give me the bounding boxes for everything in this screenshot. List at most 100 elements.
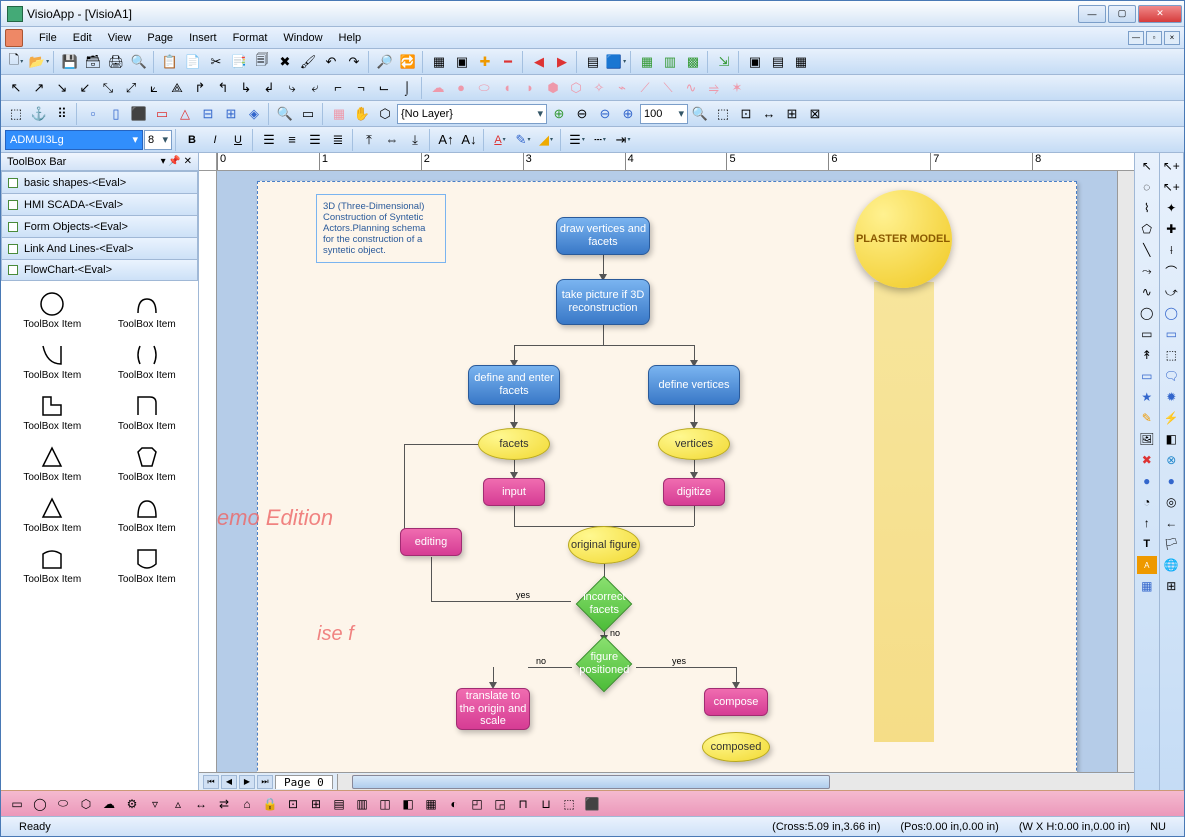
rect-tool[interactable]: ▭: [297, 103, 319, 125]
cross-icon[interactable]: ✖: [1137, 451, 1157, 469]
win1-button[interactable]: ▣: [744, 51, 766, 73]
cat-links[interactable]: Link And Lines-<Eval>: [1, 237, 198, 259]
align-justify[interactable]: ≣: [327, 129, 349, 151]
conn8[interactable]: ⟁: [166, 77, 188, 99]
prev-button[interactable]: ◀: [528, 51, 550, 73]
ellipse-icon[interactable]: ◯: [1137, 304, 1157, 322]
menu-help[interactable]: Help: [331, 30, 370, 46]
node-draw-vertices[interactable]: draw vertices and facets: [556, 217, 650, 255]
mdi-minimize[interactable]: —: [1128, 31, 1144, 45]
node-define-facets[interactable]: define and enter facets: [468, 365, 560, 405]
delete-button[interactable]: ✖: [274, 51, 296, 73]
curve2-icon[interactable]: ∿: [1137, 283, 1157, 301]
rect2-icon[interactable]: ▭: [1161, 325, 1181, 343]
paint-icon[interactable]: ★: [1137, 388, 1157, 406]
b25[interactable]: ⬚: [559, 794, 579, 814]
conn15[interactable]: ⌐: [327, 77, 349, 99]
snap4[interactable]: ▭: [151, 103, 173, 125]
b24[interactable]: ⊔: [536, 794, 556, 814]
v-bot[interactable]: ⤓: [404, 129, 426, 151]
node-composed[interactable]: composed: [702, 732, 770, 762]
node-incorrect-facets[interactable]: incorrect facets: [576, 576, 633, 633]
menu-view[interactable]: View: [100, 30, 140, 46]
node-digitize[interactable]: digitize: [663, 478, 725, 506]
burst-icon[interactable]: ✹: [1161, 388, 1181, 406]
plaster-badge[interactable]: PLASTER MODEL: [854, 190, 952, 288]
zcustom[interactable]: ⊠: [804, 103, 826, 125]
b3[interactable]: ⬭: [53, 794, 73, 814]
flag-icon[interactable]: 🏳: [1161, 535, 1181, 553]
up-icon[interactable]: ↑: [1137, 514, 1157, 532]
align-tool[interactable]: ▦: [328, 103, 350, 125]
cat-form[interactable]: Form Objects-<Eval>: [1, 215, 198, 237]
pin-icon[interactable]: ▾ 📌 ✕: [161, 156, 192, 167]
node-input[interactable]: input: [483, 478, 545, 506]
b20[interactable]: ◐: [444, 794, 464, 814]
measure-icon[interactable]: ⟊: [1161, 241, 1181, 259]
snap1[interactable]: ▫: [82, 103, 104, 125]
snap5[interactable]: △: [174, 103, 196, 125]
node-original-figure[interactable]: original figure: [568, 526, 640, 564]
b13[interactable]: ⊡: [283, 794, 303, 814]
shape-item[interactable]: ToolBox Item: [102, 440, 193, 487]
remove-button[interactable]: ━: [497, 51, 519, 73]
snap3[interactable]: ⬛: [128, 103, 150, 125]
h-scrollbar[interactable]: [337, 774, 1134, 790]
b7[interactable]: ▿: [145, 794, 165, 814]
menu-edit[interactable]: Edit: [65, 30, 100, 46]
pointer2-icon[interactable]: ↖+: [1161, 157, 1181, 175]
misc-tool[interactable]: ⬡: [374, 103, 396, 125]
node-facets[interactable]: facets: [478, 428, 550, 460]
zoomout[interactable]: ⊖: [594, 103, 616, 125]
conn17[interactable]: ⌙: [373, 77, 395, 99]
snap8[interactable]: ◈: [243, 103, 265, 125]
callout-icon[interactable]: ▭: [1137, 367, 1157, 385]
app-menu-icon[interactable]: [5, 29, 23, 47]
b11[interactable]: ⌂: [237, 794, 257, 814]
b23[interactable]: ⊓: [513, 794, 533, 814]
node-translate[interactable]: translate to the origin and scale: [456, 688, 530, 730]
win2-button[interactable]: ▤: [767, 51, 789, 73]
select-all-button[interactable]: ▣: [451, 51, 473, 73]
cloudh[interactable]: ✧: [588, 77, 610, 99]
zoomin[interactable]: ⊕: [617, 103, 639, 125]
conn13[interactable]: ⤷: [281, 77, 303, 99]
shape-item[interactable]: ToolBox Item: [102, 491, 193, 538]
snap7[interactable]: ⊞: [220, 103, 242, 125]
ellipse2-icon[interactable]: ◯: [1161, 304, 1181, 322]
b19[interactable]: ▦: [421, 794, 441, 814]
save-all-button[interactable]: 🗃: [82, 51, 104, 73]
v-scrollbar[interactable]: [1117, 171, 1134, 772]
description-box[interactable]: 3D (Three-Dimensional) Construction of S…: [316, 194, 446, 263]
paste-button[interactable]: 📄: [182, 51, 204, 73]
zpage[interactable]: ⬚: [712, 103, 734, 125]
conn-icon[interactable]: ⤳: [1137, 262, 1157, 280]
mdi-restore[interactable]: ▫: [1146, 31, 1162, 45]
ole-icon[interactable]: ◧: [1161, 430, 1181, 448]
snap6[interactable]: ⊟: [197, 103, 219, 125]
obj-icon[interactable]: ⬚: [1161, 346, 1181, 364]
grid1-button[interactable]: ▦: [636, 51, 658, 73]
print-button[interactable]: 🖨: [105, 51, 127, 73]
conn11[interactable]: ↳: [235, 77, 257, 99]
open-button[interactable]: 📂: [28, 51, 50, 73]
cut-button[interactable]: ✂: [205, 51, 227, 73]
conn10[interactable]: ↰: [212, 77, 234, 99]
color-button[interactable]: 🟦: [605, 51, 627, 73]
node-take-picture[interactable]: take picture if 3D reconstruction: [556, 279, 650, 325]
snap2[interactable]: ▯: [105, 103, 127, 125]
bezier-icon[interactable]: ⤻: [1161, 283, 1181, 301]
zoom-tool[interactable]: 🔍: [274, 103, 296, 125]
node-figure-positioned[interactable]: figure positioned: [576, 636, 633, 693]
solidcirc-icon[interactable]: ●: [1161, 472, 1181, 490]
tab-prev[interactable]: ◀: [221, 775, 237, 789]
cloudg[interactable]: ⬡: [565, 77, 587, 99]
maximize-button[interactable]: ▢: [1108, 5, 1136, 23]
b26[interactable]: ⬛: [582, 794, 602, 814]
copy-button[interactable]: 📋: [159, 51, 181, 73]
redo-button[interactable]: ↷: [343, 51, 365, 73]
zfit[interactable]: ⊡: [735, 103, 757, 125]
underline-button[interactable]: U: [227, 129, 249, 151]
b15[interactable]: ▤: [329, 794, 349, 814]
inc-size[interactable]: A↑: [435, 129, 457, 151]
